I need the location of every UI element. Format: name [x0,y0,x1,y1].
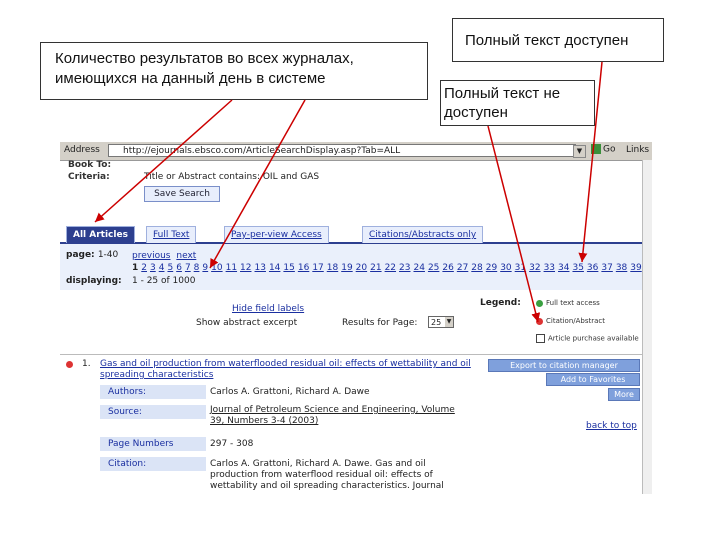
arrow-to-page-count [209,99,306,269]
callout-arrows [94,61,603,323]
arrow-to-fulltext-legend [578,61,603,263]
arrow-to-citation-legend [487,125,541,323]
arrow-to-all-articles [94,99,233,223]
